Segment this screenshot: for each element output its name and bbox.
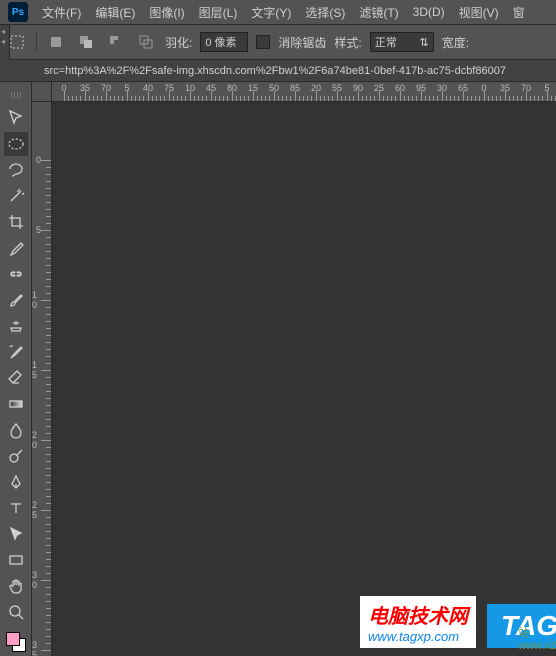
menu-view[interactable]: 视图(V) bbox=[459, 4, 499, 21]
menu-file[interactable]: 文件(F) bbox=[42, 4, 81, 21]
gradient-tool-icon[interactable] bbox=[4, 392, 28, 416]
app-logo: Ps bbox=[8, 2, 28, 22]
menu-layer[interactable]: 图层(L) bbox=[199, 4, 238, 21]
style-select[interactable]: 正常 ⇅ bbox=[370, 32, 434, 52]
feather-label: 羽化: bbox=[165, 34, 192, 51]
antialias-label: 消除锯齿 bbox=[278, 34, 326, 51]
foreground-color[interactable] bbox=[6, 632, 20, 646]
feather-input[interactable] bbox=[200, 32, 248, 52]
menu-filter[interactable]: 滤镜(T) bbox=[359, 4, 398, 21]
selection-new-icon[interactable] bbox=[45, 31, 67, 53]
menu-image[interactable]: 图像(I) bbox=[149, 4, 184, 21]
ruler-origin[interactable] bbox=[32, 82, 52, 102]
eyedropper-tool-icon[interactable] bbox=[4, 236, 28, 260]
lasso-tool-icon[interactable] bbox=[4, 158, 28, 182]
antialias-checkbox[interactable] bbox=[256, 35, 270, 49]
brush-tool-icon[interactable] bbox=[4, 288, 28, 312]
panel-collapse-handle[interactable] bbox=[0, 25, 10, 60]
menu-window[interactable]: 窗 bbox=[513, 4, 525, 21]
pen-tool-icon[interactable] bbox=[4, 470, 28, 494]
selection-subtract-icon[interactable] bbox=[105, 31, 127, 53]
menu-type[interactable]: 文字(Y) bbox=[251, 4, 291, 21]
toolbox bbox=[0, 82, 32, 656]
rectangle-tool-icon[interactable] bbox=[4, 548, 28, 572]
options-bar: 羽化: 消除锯齿 样式: 正常 ⇅ 宽度: bbox=[0, 25, 556, 60]
watermark-url: www.tagxp.com bbox=[368, 629, 468, 644]
eraser-tool-icon[interactable] bbox=[4, 366, 28, 390]
watermark-site2: 站www.x2 bbox=[518, 624, 556, 652]
menu-edit[interactable]: 编辑(E) bbox=[95, 4, 135, 21]
path-selection-tool-icon[interactable] bbox=[4, 522, 28, 546]
blur-tool-icon[interactable] bbox=[4, 418, 28, 442]
menu-select[interactable]: 选择(S) bbox=[305, 4, 345, 21]
hand-tool-icon[interactable] bbox=[4, 574, 28, 598]
selection-add-icon[interactable] bbox=[75, 31, 97, 53]
watermark-site1: 电脑技术网 www.tagxp.com bbox=[360, 596, 476, 648]
document-tab-bar: src=http%3A%2F%2Fsafe-img.xhscdn.com%2Fb… bbox=[0, 60, 556, 82]
crop-tool-icon[interactable] bbox=[4, 210, 28, 234]
ruler-horizontal[interactable]: 0357054075104580155085205590256095306503… bbox=[52, 82, 556, 102]
canvas[interactable] bbox=[52, 102, 556, 656]
marquee-tool-icon[interactable] bbox=[4, 132, 28, 156]
healing-brush-tool-icon[interactable] bbox=[4, 262, 28, 286]
style-label: 样式: bbox=[334, 34, 361, 51]
chevron-updown-icon: ⇅ bbox=[419, 36, 428, 49]
main-area: 0357054075104580155085205590256095306503… bbox=[0, 82, 556, 656]
history-brush-tool-icon[interactable] bbox=[4, 340, 28, 364]
width-label: 宽度: bbox=[442, 34, 469, 51]
magic-wand-tool-icon[interactable] bbox=[4, 184, 28, 208]
ruler-vertical[interactable]: 051 01 52 02 53 03 5 bbox=[32, 102, 52, 656]
dodge-tool-icon[interactable] bbox=[4, 444, 28, 468]
menu-3d[interactable]: 3D(D) bbox=[413, 5, 445, 19]
toolbox-drag-handle[interactable] bbox=[2, 92, 30, 100]
clone-stamp-tool-icon[interactable] bbox=[4, 314, 28, 338]
type-tool-icon[interactable] bbox=[4, 496, 28, 520]
separator bbox=[36, 32, 37, 52]
watermark-title: 电脑技术网 bbox=[368, 600, 468, 629]
color-swatch[interactable] bbox=[6, 632, 26, 652]
document-area: 0357054075104580155085205590256095306503… bbox=[32, 82, 556, 656]
menu-bar: Ps 文件(F) 编辑(E) 图像(I) 图层(L) 文字(Y) 选择(S) 滤… bbox=[0, 0, 556, 25]
selection-intersect-icon[interactable] bbox=[135, 31, 157, 53]
document-tab[interactable]: src=http%3A%2F%2Fsafe-img.xhscdn.com%2Fb… bbox=[44, 65, 506, 77]
zoom-tool-icon[interactable] bbox=[4, 600, 28, 624]
style-value: 正常 bbox=[375, 34, 397, 50]
move-tool-icon[interactable] bbox=[4, 106, 28, 130]
